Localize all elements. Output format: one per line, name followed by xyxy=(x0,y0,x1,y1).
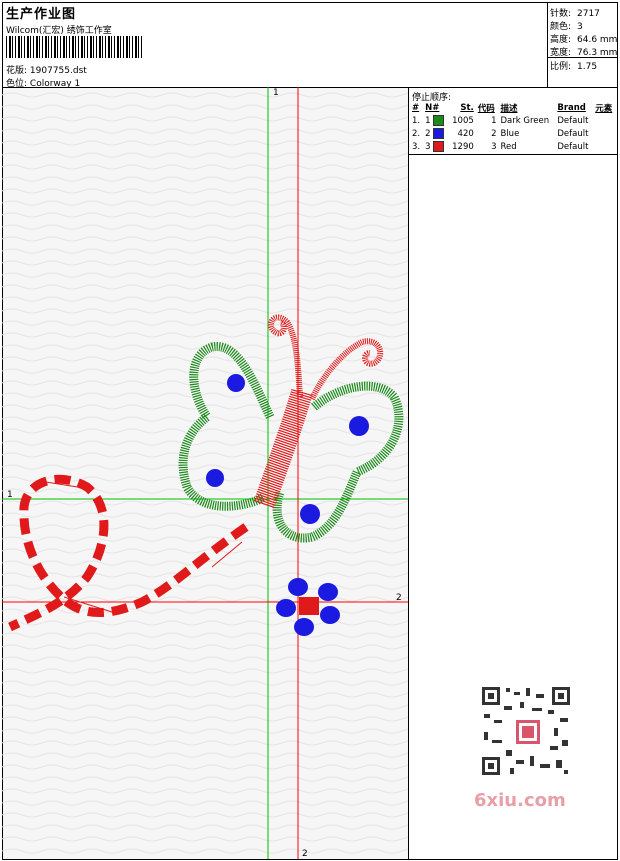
design-file-row: 花版: 1907755.dst xyxy=(6,63,87,76)
petal xyxy=(294,618,314,636)
stat-value: 3 xyxy=(577,22,583,32)
row-code: 2 xyxy=(491,128,497,139)
stat-key: 高度: xyxy=(550,35,572,45)
qr-image xyxy=(480,685,572,777)
col-code: 代码 xyxy=(477,104,495,114)
row-description: Blue xyxy=(500,128,520,139)
stat-colors: 颜色: 3 xyxy=(550,19,583,32)
wing-dot xyxy=(227,374,245,392)
row-element xyxy=(593,114,616,127)
row-stitches: 420 xyxy=(457,128,474,139)
row-code: 1 xyxy=(491,115,497,126)
row-n: 3 xyxy=(425,142,431,152)
axis-label-v2: 2 xyxy=(302,849,308,859)
wing-dot xyxy=(300,504,320,524)
sheet-title: 生产作业图 xyxy=(6,7,77,22)
col-brand: Brand xyxy=(557,103,586,113)
stat-stitches: 针数: 2717 xyxy=(550,6,600,19)
row-description: Dark Green xyxy=(500,115,550,126)
row-n-cell: 2 xyxy=(423,127,448,140)
stats-divider xyxy=(547,57,618,58)
col-stitches: St. xyxy=(460,103,474,113)
row-brand: Default xyxy=(557,141,589,152)
site-watermark: 6xiu.com xyxy=(474,790,566,811)
row-n: 1 xyxy=(425,116,431,126)
stat-value: 64.6 mm xyxy=(577,35,618,45)
stat-value: 1.75 xyxy=(577,62,598,72)
stat-key: 颜色: xyxy=(550,22,572,32)
wing-dot xyxy=(206,469,224,487)
row-code: 3 xyxy=(491,141,497,152)
axis-label-v1: 1 xyxy=(273,88,279,98)
row-brand: Default xyxy=(557,128,589,139)
row-index: 3. xyxy=(412,141,421,152)
barcode xyxy=(6,36,142,58)
petal xyxy=(320,606,340,624)
col-index: # xyxy=(412,103,420,113)
axis-label-h1: 1 xyxy=(7,490,13,500)
stat-scale: 比例: 1.75 xyxy=(550,59,597,72)
row-brand: Default xyxy=(557,115,589,126)
row-element xyxy=(593,140,616,153)
row-index: 1. xyxy=(412,115,421,126)
row-stitches: 1005 xyxy=(452,115,474,126)
petal xyxy=(318,583,338,601)
qr-code xyxy=(470,680,582,780)
wing-dot xyxy=(349,416,369,436)
row-stitches: 1290 xyxy=(452,141,474,152)
col-element: 元素 xyxy=(595,104,613,114)
table-row[interactable]: 3. 3 1290 3 Red Default xyxy=(410,140,616,153)
color-swatch xyxy=(433,128,445,139)
row-n: 2 xyxy=(425,129,431,139)
stat-height: 高度: 64.6 mm xyxy=(550,32,617,45)
row-n-cell: 3 xyxy=(423,140,448,153)
fabric-texture xyxy=(2,87,408,859)
table-row[interactable]: 1. 1 1005 1 Dark Green Default xyxy=(410,114,616,127)
design-file: 1907755.dst xyxy=(29,66,87,76)
stop-sequence-table: # N# St. 代码 描述 Brand 元素 1. 1 1005 1 Dark… xyxy=(410,102,616,153)
row-n-cell: 1 xyxy=(423,114,448,127)
color-swatch xyxy=(433,141,445,152)
embroidery-canvas xyxy=(2,87,408,859)
col-description: 描述 xyxy=(500,104,518,114)
petal xyxy=(288,578,308,596)
color-swatch xyxy=(433,115,445,126)
col-n: N# xyxy=(425,103,440,113)
row-index: 2. xyxy=(412,128,421,139)
row-description: Red xyxy=(500,141,517,152)
stop-sequence-divider xyxy=(408,154,618,155)
flower-center xyxy=(299,597,319,615)
table-row[interactable]: 2. 2 420 2 Blue Default xyxy=(410,127,616,140)
petal xyxy=(276,599,296,617)
stat-key: 比例: xyxy=(550,62,572,72)
company-name: Wilcom(汇宏) 绣饰工作室 xyxy=(6,26,112,36)
axis-label-h2: 2 xyxy=(396,593,402,603)
stat-key: 针数: xyxy=(550,9,572,19)
design-label: 花版: xyxy=(6,66,28,76)
row-element xyxy=(593,127,616,140)
stat-value: 2717 xyxy=(577,9,600,19)
table-header-row: # N# St. 代码 描述 Brand 元素 xyxy=(410,102,616,114)
